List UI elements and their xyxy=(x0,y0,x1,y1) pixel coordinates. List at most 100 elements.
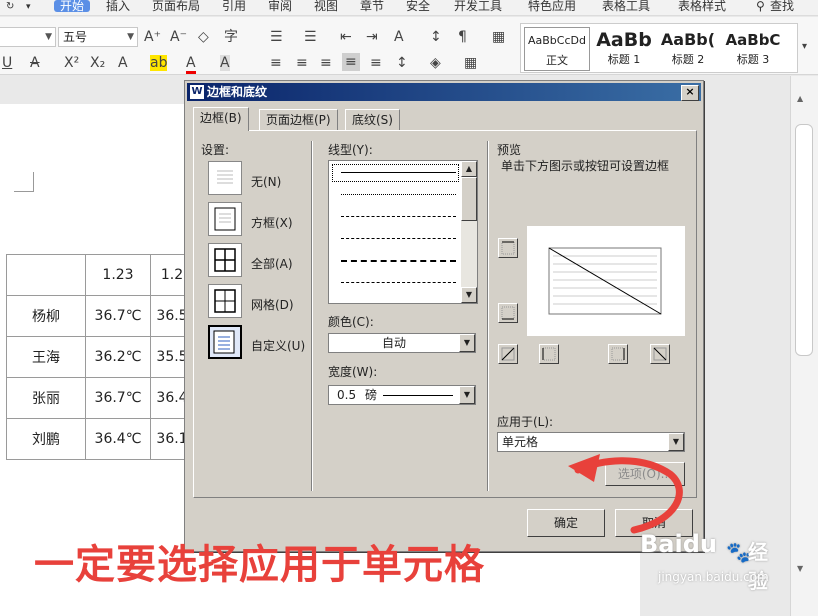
document-table[interactable]: 1.23 1.2 杨柳 36.7℃ 36.5 王海 36.2℃ 35.5 张丽 … xyxy=(6,254,194,460)
align-left-icon[interactable]: ≡ xyxy=(270,55,282,71)
color-dropdown[interactable]: 自动 ▼ xyxy=(328,333,476,353)
table-cell[interactable]: 36.7℃ xyxy=(85,295,151,337)
menu-item-page-layout[interactable]: 页面布局 xyxy=(152,0,200,12)
superscript-icon[interactable]: X² xyxy=(64,55,79,71)
table-cell[interactable]: 刘鹏 xyxy=(6,418,86,460)
increase-indent-icon[interactable]: ⇥ xyxy=(366,29,378,45)
style-normal[interactable]: AaBbCcDd 正文 xyxy=(524,27,590,71)
diagonal-down-button[interactable] xyxy=(650,344,670,364)
table-icon[interactable]: ▦ xyxy=(492,29,505,45)
undo-icon[interactable]: ↻ xyxy=(6,1,14,13)
menu-item-developer[interactable]: 开发工具 xyxy=(454,0,502,12)
line-spacing-icon[interactable]: ↕ xyxy=(396,55,408,71)
vertical-scrollbar[interactable]: ▲ ▼ xyxy=(790,76,818,616)
show-hide-icon[interactable]: ¶ xyxy=(458,29,467,45)
eraser-icon[interactable]: ◇ xyxy=(198,29,209,45)
linestyle-dashed[interactable] xyxy=(341,216,456,217)
border-none-icon xyxy=(217,170,233,184)
bullet-list-icon[interactable]: ☰ xyxy=(270,29,283,45)
menu-item-review[interactable]: 审阅 xyxy=(268,0,292,12)
linestyle-listbox[interactable]: ▲ ▼ xyxy=(328,160,478,304)
justify-icon[interactable]: ≡ xyxy=(342,53,360,71)
shrink-font-icon[interactable]: A⁻ xyxy=(170,29,187,45)
char-shading-icon[interactable]: A xyxy=(220,55,230,71)
setting-custom-button[interactable] xyxy=(208,325,242,359)
search-label[interactable]: 查找 xyxy=(770,0,794,12)
dialog-title-bar[interactable]: W 边框和底纹 × xyxy=(187,83,701,101)
scroll-up-icon[interactable]: ▲ xyxy=(797,94,803,103)
preview-area[interactable] xyxy=(527,226,685,336)
close-button[interactable]: × xyxy=(681,85,699,101)
border-icon[interactable]: ▦ xyxy=(464,55,477,71)
table-cell[interactable]: 张丽 xyxy=(6,377,86,419)
linestyle-dash[interactable] xyxy=(341,238,456,239)
underline-icon[interactable]: U xyxy=(2,55,12,71)
font-color-icon[interactable]: A xyxy=(186,55,196,74)
style-name: 标题 1 xyxy=(607,53,641,66)
left-border-button[interactable] xyxy=(539,344,559,364)
menu-item-start[interactable]: 开始 xyxy=(54,0,91,12)
width-dropdown[interactable]: 0.5 磅 ▼ xyxy=(328,385,476,405)
distribute-icon[interactable]: ≡ xyxy=(370,55,382,71)
style-heading-3[interactable]: AaBbC 标题 3 xyxy=(720,27,786,71)
font-size-combo[interactable]: 五号 ▼ xyxy=(58,27,138,47)
menu-item-special[interactable]: 特色应用 xyxy=(528,0,576,12)
align-right-icon[interactable]: ≡ xyxy=(320,55,332,71)
setting-box-button[interactable] xyxy=(208,202,242,236)
chevron-down-icon[interactable]: ▼ xyxy=(459,386,475,404)
menu-item-view[interactable]: 视图 xyxy=(314,0,338,12)
style-heading-1[interactable]: AaBb 标题 1 xyxy=(592,27,656,71)
bottom-border-button[interactable] xyxy=(498,303,518,323)
decrease-indent-icon[interactable]: ⇤ xyxy=(340,29,352,45)
menu-item-table-tools[interactable]: 表格工具 xyxy=(602,0,650,12)
grow-font-icon[interactable]: A⁺ xyxy=(144,29,161,45)
strikethrough-icon[interactable]: A xyxy=(30,55,40,71)
scroll-down-icon[interactable]: ▼ xyxy=(797,564,803,573)
menu-item-security[interactable]: 安全 xyxy=(406,0,430,12)
font-name-combo[interactable]: ▼ xyxy=(0,27,56,47)
scroll-thumb[interactable] xyxy=(795,124,813,356)
gallery-more-icon[interactable]: ▾ xyxy=(802,39,807,55)
setting-grid-button[interactable] xyxy=(208,284,242,318)
style-heading-2[interactable]: AaBb( 标题 2 xyxy=(656,27,720,71)
highlight-icon[interactable]: ab xyxy=(150,55,168,71)
menu-item-insert[interactable]: 插入 xyxy=(106,0,130,12)
chevron-down-icon[interactable]: ▼ xyxy=(459,334,475,352)
table-cell[interactable]: 杨柳 xyxy=(6,295,86,337)
linestyle-dotted[interactable] xyxy=(341,194,456,195)
top-border-button[interactable] xyxy=(498,238,518,258)
numbered-list-icon[interactable]: ☰ xyxy=(304,29,317,45)
table-cell[interactable]: 36.4℃ xyxy=(85,418,151,460)
shading-icon[interactable]: ◈ xyxy=(430,55,441,71)
sort-icon[interactable]: ↕ xyxy=(430,29,442,45)
subscript-icon[interactable]: X₂ xyxy=(90,55,105,71)
setting-all-button[interactable] xyxy=(208,243,242,277)
scroll-up-icon[interactable]: ▲ xyxy=(461,161,477,177)
table-cell[interactable]: 1.23 xyxy=(85,254,151,296)
table-cell[interactable]: 王海 xyxy=(6,336,86,378)
table-cell[interactable]: 36.7℃ xyxy=(85,377,151,419)
linestyle-solid[interactable] xyxy=(341,172,456,173)
scroll-down-icon[interactable]: ▼ xyxy=(461,287,477,303)
align-center-icon[interactable]: ≡ xyxy=(296,55,308,71)
menu-item-references[interactable]: 引用 xyxy=(222,0,246,12)
scroll-thumb[interactable] xyxy=(461,177,477,221)
chinese-layout-icon[interactable]: A xyxy=(394,29,404,45)
menu-item-table-style[interactable]: 表格样式 xyxy=(678,0,726,12)
setting-none-button[interactable] xyxy=(208,161,242,195)
linestyle-dash-dot[interactable] xyxy=(341,282,456,283)
linestyle-scrollbar[interactable]: ▲ ▼ xyxy=(461,161,477,303)
chevron-down-icon[interactable]: ▾ xyxy=(26,1,31,13)
table-cell[interactable]: 36.2℃ xyxy=(85,336,151,378)
linestyle-long-dash[interactable] xyxy=(341,260,456,262)
phonetic-icon[interactable]: 字 xyxy=(224,29,238,45)
diagonal-up-button[interactable] xyxy=(498,344,518,364)
tab-shading[interactable]: 底纹(S) xyxy=(345,109,400,131)
right-border-button[interactable] xyxy=(608,344,628,364)
tab-page-border[interactable]: 页面边框(P) xyxy=(259,109,338,131)
search-icon[interactable]: ⚲ xyxy=(756,0,765,12)
table-cell[interactable] xyxy=(6,254,86,296)
tab-borders[interactable]: 边框(B) xyxy=(193,107,249,131)
menu-item-chapter[interactable]: 章节 xyxy=(360,0,384,12)
text-effect-icon[interactable]: A xyxy=(118,55,128,71)
